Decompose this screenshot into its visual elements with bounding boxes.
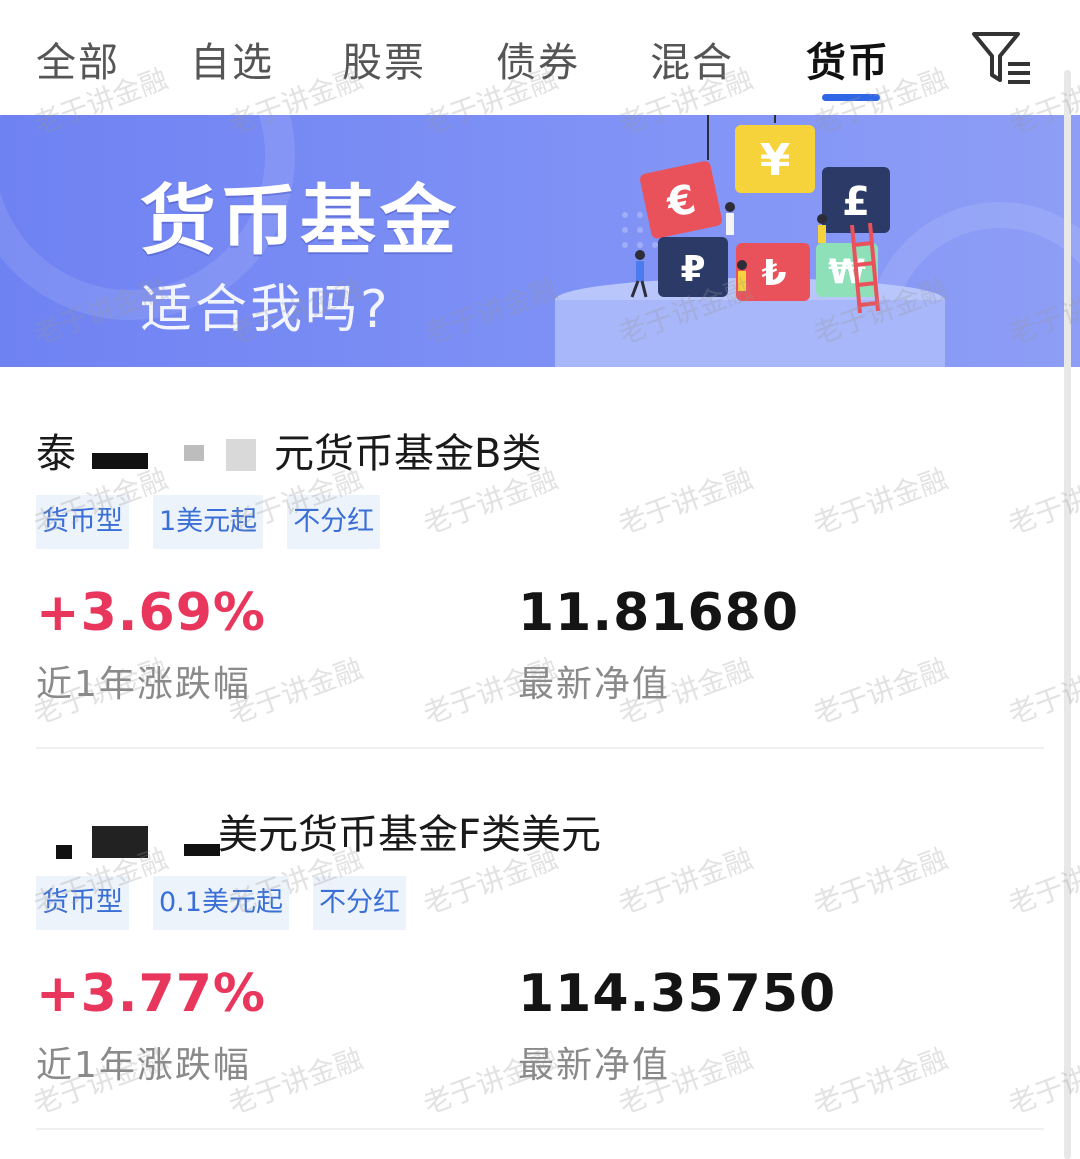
svg-text:₺: ₺: [761, 253, 786, 294]
redaction-mark: [184, 844, 220, 856]
fund-name-suffix: 美元货币基金F类美元: [218, 812, 602, 858]
divider: [36, 1128, 1044, 1130]
fund-card[interactable]: 泰 元货币基金B类 货币型 1美元起 不分红 +3.69% 近1年涨跌幅 11.…: [0, 367, 1080, 750]
svg-text:¥: ¥: [760, 135, 791, 186]
one-year-return-label: 近1年涨跌幅: [36, 1045, 251, 1086]
tag-fund-type: 货币型: [36, 876, 129, 930]
one-year-return: +3.69%: [36, 583, 266, 643]
fund-card[interactable]: 美元货币基金F类美元 货币型 0.1美元起 不分红 +3.77% 近1年涨跌幅 …: [0, 750, 1080, 1133]
active-tab-indicator: [822, 94, 880, 101]
svg-text:£: £: [842, 179, 870, 225]
svg-text:₽: ₽: [680, 249, 705, 290]
one-year-return-label: 近1年涨跌幅: [36, 664, 251, 705]
tag-min-purchase: 0.1美元起: [153, 876, 289, 930]
ruble-puzzle-icon: ₽: [658, 237, 728, 297]
one-year-return: +3.77%: [36, 964, 266, 1024]
banner-subtitle: 适合我吗?: [140, 280, 391, 340]
tab-mixed[interactable]: 混合: [650, 30, 734, 88]
scrollbar[interactable]: [1064, 70, 1071, 1159]
money-fund-banner[interactable]: 货币基金 适合我吗? ¥ € £ ₽ ₺ ₩: [0, 115, 1080, 367]
redaction-mark: [92, 453, 148, 469]
lira-puzzle-icon: ₺: [736, 243, 810, 301]
tag-fund-type: 货币型: [36, 495, 129, 549]
tag-dividend: 不分红: [287, 495, 381, 549]
latest-nav: 114.35750: [518, 964, 837, 1024]
banner-title: 货币基金: [140, 176, 460, 265]
latest-nav: 11.81680: [518, 583, 800, 643]
tag-dividend: 不分红: [312, 876, 406, 930]
filter-list-icon: [972, 32, 1030, 84]
tab-bond[interactable]: 债券: [496, 30, 580, 88]
tab-stock[interactable]: 股票: [342, 30, 426, 88]
won-puzzle-icon: ₩: [816, 243, 878, 297]
fund-tags: 货币型 1美元起 不分红: [36, 495, 381, 549]
fund-name: 泰: [36, 421, 76, 479]
euro-puzzle-icon: €: [640, 161, 722, 239]
pound-puzzle-icon: £: [822, 167, 890, 233]
filter-button[interactable]: [966, 28, 1036, 88]
redaction-mark: [226, 439, 256, 471]
fund-name-prefix: 泰: [36, 431, 76, 477]
redaction-mark: [184, 445, 204, 461]
yen-puzzle-icon: ¥: [735, 125, 815, 193]
fund-name-suffix: 元货币基金B类: [274, 431, 542, 477]
tab-all[interactable]: 全部: [36, 30, 120, 88]
fund-tags: 货币型 0.1美元起 不分红: [36, 876, 406, 930]
redaction-mark: [92, 826, 148, 858]
category-tab-bar: 全部 自选 股票 债券 混合 货币: [0, 0, 1080, 115]
tag-min-purchase: 1美元起: [153, 495, 264, 549]
redaction-mark: [56, 845, 72, 859]
latest-nav-label: 最新净值: [518, 664, 671, 705]
tab-money-market[interactable]: 货币: [806, 30, 890, 88]
latest-nav-label: 最新净值: [518, 1045, 671, 1086]
divider: [36, 747, 1044, 749]
tab-watchlist[interactable]: 自选: [190, 30, 274, 88]
currency-puzzle-illustration: ¥ € £ ₽ ₺ ₩: [555, 115, 945, 367]
